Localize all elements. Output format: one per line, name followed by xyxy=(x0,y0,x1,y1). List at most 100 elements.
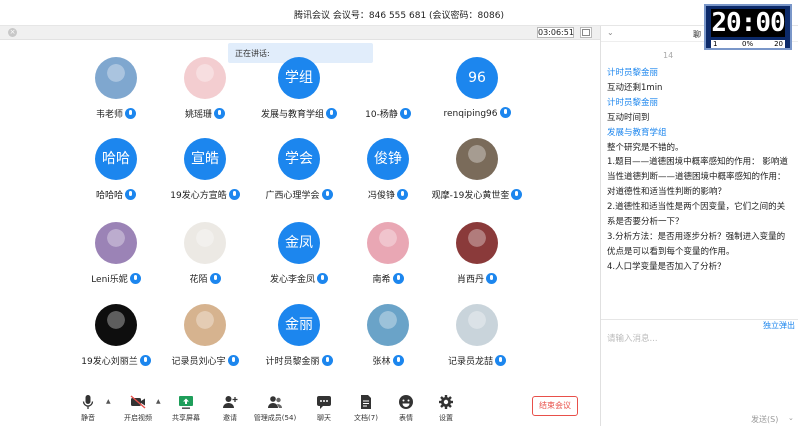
avatar-photo xyxy=(184,57,226,99)
microphone-icon xyxy=(392,273,404,284)
share-screen-button[interactable]: 共享屏幕 xyxy=(164,394,208,423)
participant-name: 肖西丹 xyxy=(456,275,484,285)
documents-label: 文档(7) xyxy=(354,414,378,422)
participant-name: 发展与教育学组 xyxy=(260,110,324,120)
chat-message-text: 1.题目——道德困境中概率感知的作用： 影响道 xyxy=(607,157,788,168)
microphone-icon xyxy=(317,273,328,284)
members-icon xyxy=(268,396,282,408)
avatar-photo xyxy=(95,57,137,99)
invite-button[interactable]: 邀请 xyxy=(208,394,252,423)
microphone-icon xyxy=(82,395,94,409)
avatar-photo xyxy=(456,222,498,264)
chat-message-text: 当性道德判断——道德困境中概率感知的作用： xyxy=(607,172,786,183)
microphone-icon xyxy=(499,107,511,118)
participant-name: 19发心方宣皓 xyxy=(170,191,227,201)
participant-name: renqiping96 xyxy=(443,109,498,119)
settings-button[interactable]: 设置 xyxy=(424,394,468,423)
smiley-icon xyxy=(399,395,413,409)
microphone-icon xyxy=(495,355,506,366)
participant-name: 冯俊铮 xyxy=(367,191,395,201)
microphone-icon xyxy=(129,273,141,284)
chat-panel: ⌄ 聊 14 计时员黎金丽 互动还剩1min 计时员黎金丽 互动时间到 发展与教育学组整… xyxy=(601,26,798,426)
participant-name-row: 观摩-19发心黄世奎 xyxy=(422,188,532,201)
participant-name: 10-杨静 xyxy=(365,110,398,120)
start-video-button[interactable]: 开启视频 xyxy=(116,394,160,423)
countdown-timer-widget: 20:00 1 0% 20 xyxy=(704,4,792,50)
popout-chat-link[interactable]: 独立弹出 xyxy=(763,320,795,331)
avatar-initials: 金丽 xyxy=(278,304,320,346)
avatar-initials: 学组 xyxy=(278,57,320,99)
chat-sender[interactable]: 计时员黎金丽 xyxy=(607,96,794,111)
end-meeting-button[interactable]: 结束会议 xyxy=(532,396,578,416)
reaction-label: 表情 xyxy=(399,414,413,422)
chat-icon xyxy=(317,396,331,409)
chat-title: 聊 xyxy=(693,30,701,39)
speaking-label: 正在讲话: xyxy=(235,49,270,58)
chat-message-text: 互动时间到 xyxy=(607,112,650,123)
reaction-button[interactable]: 表情 xyxy=(384,394,428,423)
participant-name: 观摩-19发心黄世奎 xyxy=(431,191,510,201)
chat-message-text: 整个研究是不错的。 xyxy=(607,142,684,153)
fullscreen-icon xyxy=(582,29,590,36)
avatar-photo xyxy=(184,222,226,264)
fullscreen-button[interactable] xyxy=(580,27,592,38)
microphone-icon xyxy=(486,273,497,284)
chat-message-text: 系是否要分析一下？ xyxy=(607,217,684,228)
documents-button[interactable]: 文档(7) xyxy=(344,394,388,423)
microphone-icon xyxy=(399,108,411,119)
chat-input[interactable]: 请输入消息... xyxy=(607,332,658,344)
close-icon[interactable]: × xyxy=(8,28,17,37)
microphone-icon xyxy=(392,355,404,366)
camera-off-icon xyxy=(130,395,146,409)
audio-options-icon[interactable]: ▲ xyxy=(106,398,111,405)
avatar-initials: 宣皓 xyxy=(184,138,226,180)
participant-name: 19发心刘丽兰 xyxy=(81,357,138,367)
avatar-photo xyxy=(95,304,137,346)
microphone-icon xyxy=(397,189,408,200)
document-icon xyxy=(361,395,371,409)
chat-message-text: 2.道德性和适当性是两个因变量，它们之间的关 xyxy=(607,202,786,213)
participant-name: 广西心理学会 xyxy=(265,191,320,201)
microphone-icon xyxy=(125,189,136,200)
microphone-icon xyxy=(321,355,333,366)
countdown-display: 20:00 xyxy=(711,8,786,38)
avatar-photo xyxy=(456,304,498,346)
participant-name: 发心李金凤 xyxy=(269,275,315,285)
chat-sender[interactable]: 发展与教育学组 xyxy=(607,126,794,141)
mute-button[interactable]: 静音 xyxy=(66,394,110,423)
send-button[interactable]: 发送(S) xyxy=(751,414,778,425)
participant-name-row: 肖西丹 xyxy=(422,272,532,285)
microphone-icon xyxy=(214,108,225,119)
add-person-icon xyxy=(223,396,238,408)
invite-label: 邀请 xyxy=(223,414,237,422)
countdown-bar: 1 0% 20 xyxy=(711,40,785,48)
settings-label: 设置 xyxy=(439,414,453,422)
participant-name: 记录员刘心宇 xyxy=(171,357,226,367)
video-options-icon[interactable]: ▲ xyxy=(156,398,161,405)
window-title: 腾讯会议 会议号：846 555 681 (会议密码：8086) xyxy=(294,11,504,21)
chat-button[interactable]: 聊天 xyxy=(302,394,346,423)
bottom-toolbar: 静音 ▲ 开启视频 ▲ 共享屏幕 邀请 管理成员(54) 聊天 文档(7) 表情… xyxy=(0,390,600,426)
chat-message-text: 互动还剩1min xyxy=(607,82,663,93)
microphone-icon xyxy=(125,108,136,119)
send-options-icon[interactable]: ⌄ xyxy=(788,414,794,422)
avatar-initials: 俊铮 xyxy=(367,138,409,180)
participant-name: 南希 xyxy=(372,275,391,285)
microphone-icon xyxy=(227,355,239,366)
microphone-icon xyxy=(511,189,523,200)
manage-members-button[interactable]: 管理成员(54) xyxy=(252,394,298,423)
participant-name: 张林 xyxy=(372,357,391,367)
participant-name-row: renqiping96 xyxy=(422,107,532,119)
participant-name: 韦老师 xyxy=(95,110,123,120)
participant-name: 花陌 xyxy=(189,275,208,285)
meeting-subbar: × xyxy=(0,26,600,40)
mute-label: 静音 xyxy=(81,414,95,422)
participant-name: 计时员黎金丽 xyxy=(265,357,320,367)
countdown-right: 20 xyxy=(774,40,783,48)
avatar-initials: 哈哈 xyxy=(95,138,137,180)
chevron-down-icon[interactable]: ⌄ xyxy=(607,28,614,37)
microphone-icon xyxy=(321,189,333,200)
participant-name: 哈哈哈 xyxy=(95,191,123,201)
chat-sender[interactable]: 计时员黎金丽 xyxy=(607,66,794,81)
avatar-photo xyxy=(184,304,226,346)
